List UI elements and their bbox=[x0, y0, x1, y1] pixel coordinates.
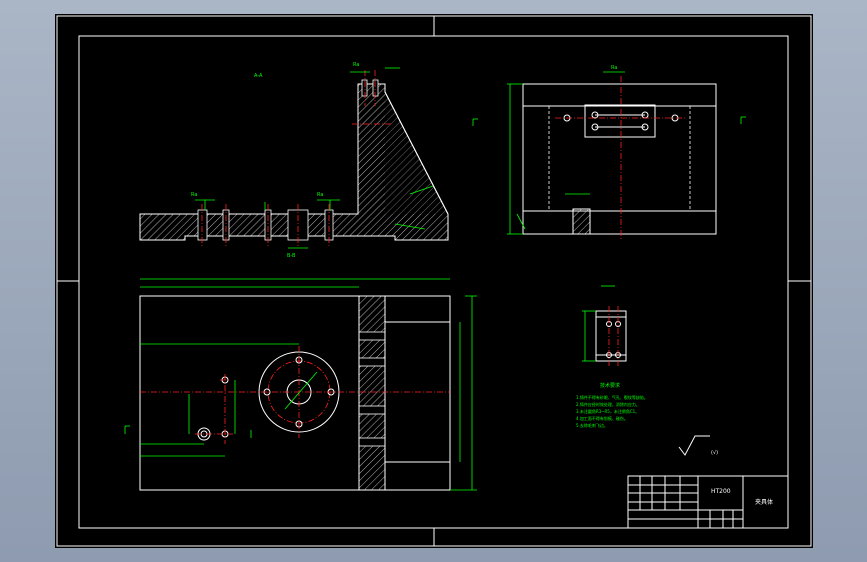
roughness-symbol: (√) bbox=[678, 435, 718, 456]
drawing-frame bbox=[56, 15, 812, 547]
ra-symbol-2: Ra bbox=[317, 192, 323, 198]
view-label-a: A-A bbox=[254, 73, 263, 79]
technical-requirements: 技术要求 1.铸件不得有砂眼、气孔、裂纹等缺陷。 2.铸件应经时效处理，消除内应… bbox=[576, 382, 648, 428]
top-view bbox=[124, 278, 477, 491]
note-1: 1.铸件不得有砂眼、气孔、裂纹等缺陷。 bbox=[576, 394, 648, 400]
tech-title: 技术要求 bbox=[600, 382, 620, 389]
ra-symbol-1: Ra bbox=[191, 192, 197, 198]
title-block: HT200 夹具体 bbox=[627, 475, 789, 529]
title-part-name: 夹具体 bbox=[755, 498, 773, 506]
note-5: 5.去除毛刺飞边。 bbox=[576, 422, 608, 428]
front-section-view: A-A B-B Ra Ra Ra bbox=[139, 62, 449, 259]
note-2: 2.铸件应经时效处理，消除内应力。 bbox=[576, 401, 640, 407]
roughness-label: (√) bbox=[711, 450, 718, 456]
note-3: 3.未注圆角R3~R5，未注倒角C1。 bbox=[576, 408, 639, 414]
ra-symbol-side: Ra bbox=[611, 65, 617, 71]
detail-view bbox=[582, 285, 627, 366]
view-label-b: B-B bbox=[287, 253, 296, 259]
title-material: HT200 bbox=[711, 488, 731, 495]
note-4: 4.加工面不得有划痕、碰伤。 bbox=[576, 415, 628, 421]
cad-drawing: A-A B-B Ra Ra Ra Ra 技术要求 1.铸件不得有砂眼、气孔、裂纹… bbox=[56, 15, 812, 547]
side-view: Ra bbox=[472, 65, 746, 240]
drawing-sheet: A-A B-B Ra Ra Ra Ra 技术要求 1.铸件不得有砂眼、气孔、裂纹… bbox=[55, 14, 813, 548]
ra-symbol-top: Ra bbox=[353, 62, 359, 68]
